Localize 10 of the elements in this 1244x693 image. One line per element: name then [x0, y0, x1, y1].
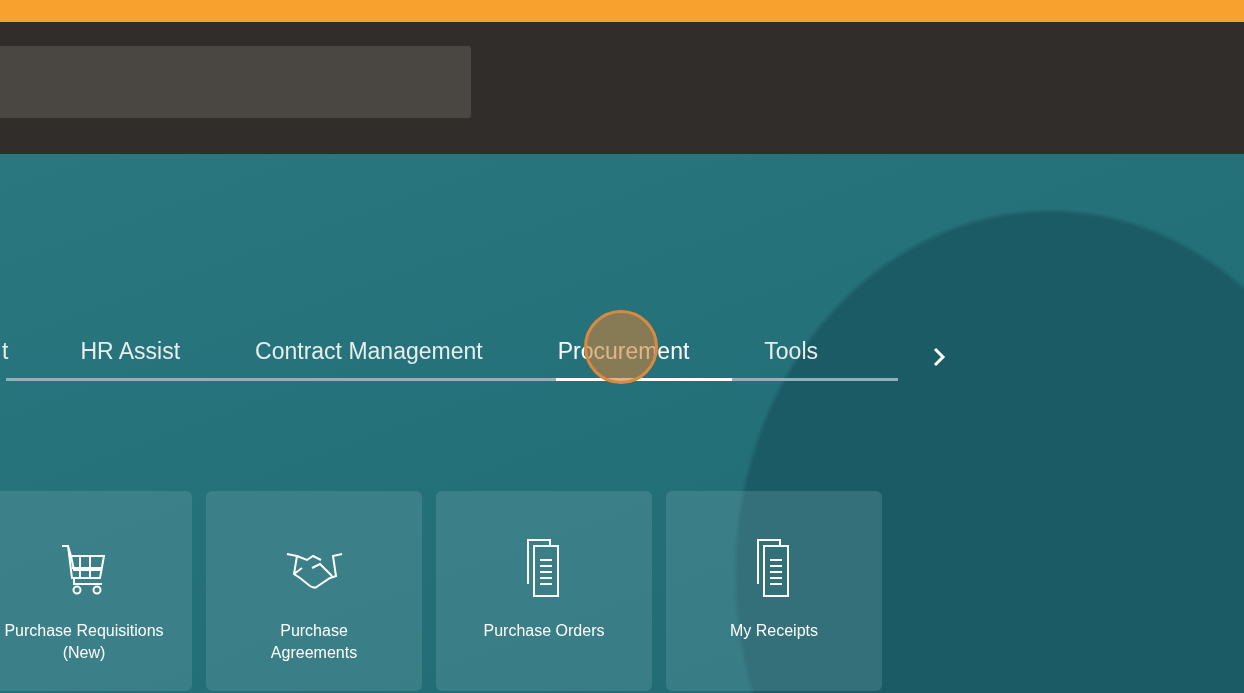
app-tile[interactable]: Purchase Agreements — [206, 491, 422, 691]
nav-tab[interactable]: Contract Management — [253, 332, 526, 381]
nav-tab[interactable]: HR Assist — [78, 332, 224, 381]
search-field[interactable] — [0, 46, 471, 118]
nav-tab[interactable]: t — [0, 332, 29, 381]
app-tile[interactable]: My Receipts — [666, 491, 882, 691]
app-tile[interactable]: Purchase Requisitions (New) — [0, 491, 192, 691]
nav-tab[interactable]: Tools — [762, 332, 862, 381]
app-tile[interactable]: Purchase Orders — [436, 491, 652, 691]
chevron-right-icon — [932, 346, 946, 367]
